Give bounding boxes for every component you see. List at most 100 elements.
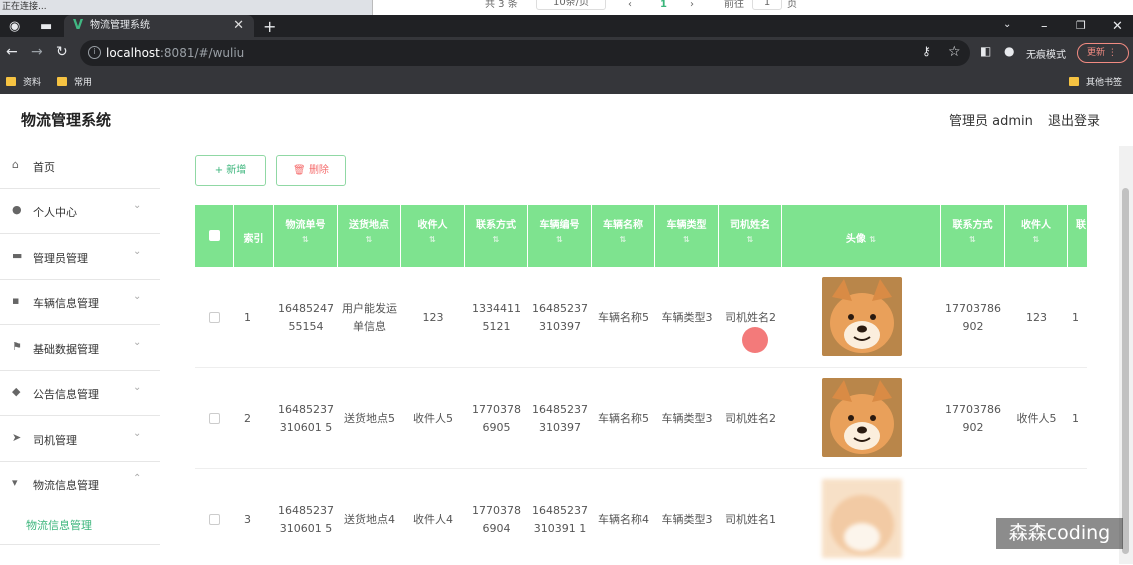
avatar[interactable] xyxy=(822,277,902,356)
sidebar-subitem-logistics[interactable]: 物流信息管理 xyxy=(26,517,92,533)
page-size-select[interactable]: 10条/页 xyxy=(536,0,606,10)
user-icon: ● xyxy=(12,203,22,216)
cell-more xyxy=(1068,469,1087,565)
sidebar-item-profile[interactable]: ● 个人中心 ⌄ xyxy=(0,189,160,234)
back-icon[interactable]: ← xyxy=(6,44,18,60)
sort-icon[interactable]: ⇅ xyxy=(1005,235,1067,244)
current-page[interactable]: 1 xyxy=(660,0,667,10)
top-overlay: 正在连接... 共 3 条 10条/页 ‹ 1 › 前往 1 页 xyxy=(0,0,1133,15)
table-row[interactable]: 3 16485237310601 5 送货地点4 收件人4 1770378690… xyxy=(195,469,1087,565)
sidebar-item-logistics[interactable]: ▾ 物流信息管理 ⌃ xyxy=(0,462,160,507)
tab-search-icon[interactable]: ⌄ xyxy=(1003,19,1011,30)
sort-icon[interactable]: ⇅ xyxy=(869,235,876,244)
sort-icon[interactable]: ⇅ xyxy=(655,235,718,244)
address-bar[interactable]: i localhost:8081/#/wuliu xyxy=(80,40,970,66)
vue-logo-icon: V xyxy=(73,18,84,33)
col-header[interactable]: 车辆类型 ⇅ xyxy=(655,205,719,267)
col-label: 头像 xyxy=(845,234,866,245)
cell-driver: 司机姓名1 xyxy=(725,512,776,526)
sidebar-item-vehicle[interactable]: ▪ 车辆信息管理 ⌄ xyxy=(0,280,160,325)
goto-input[interactable]: 1 xyxy=(752,0,782,10)
other-bookmarks[interactable]: 其他书签 xyxy=(1069,75,1122,88)
prev-page-icon[interactable]: ‹ xyxy=(628,0,632,10)
minimize-icon[interactable]: – xyxy=(1041,19,1048,34)
bookmark-folder-2[interactable]: 常用 xyxy=(57,75,92,88)
tab-strip-icon[interactable]: ▬ xyxy=(40,19,52,34)
next-page-icon[interactable]: › xyxy=(690,0,694,10)
scrollbar-thumb[interactable] xyxy=(1122,188,1129,554)
folder-icon xyxy=(57,77,67,86)
new-tab-icon[interactable]: + xyxy=(263,17,276,36)
sidebar-item-driver[interactable]: ➤ 司机管理 ⌄ xyxy=(0,417,160,462)
sidebar-toggle-icon[interactable]: ◧ xyxy=(980,44,991,58)
col-header[interactable]: 物流单号 ⇅ xyxy=(274,205,338,267)
sidebar-item-label: 公告信息管理 xyxy=(33,388,99,401)
avatar[interactable] xyxy=(822,378,902,457)
sort-icon[interactable]: ⇅ xyxy=(528,235,591,244)
globe-icon[interactable]: ◉ xyxy=(9,19,20,34)
sidebar-item-label: 管理员管理 xyxy=(33,252,88,265)
table-row[interactable]: 2 16485237310601 5 送货地点5 收件人5 1770378690… xyxy=(195,368,1087,469)
sort-icon[interactable]: ⇅ xyxy=(592,235,654,244)
avatar[interactable] xyxy=(822,479,902,558)
col-header[interactable]: 索引 xyxy=(234,205,274,267)
update-label: 更新 xyxy=(1087,48,1106,58)
close-window-icon[interactable]: ✕ xyxy=(1112,19,1123,34)
sort-icon[interactable]: ⇅ xyxy=(465,235,527,244)
update-button[interactable]: 更新 ⋮ xyxy=(1077,43,1129,63)
col-header[interactable]: 联系方式 ⇅ xyxy=(941,205,1005,267)
forward-icon[interactable]: → xyxy=(31,44,43,60)
row-checkbox[interactable] xyxy=(209,413,220,424)
bookmarks-bar: 资料 常用 其他书签 xyxy=(0,69,1133,94)
cell-driver: 司机姓名2 xyxy=(725,411,776,425)
site-info-icon[interactable]: i xyxy=(88,46,101,59)
select-all-cell xyxy=(195,205,234,267)
sidebar-item-admin[interactable]: ▬ 管理员管理 ⌄ xyxy=(0,235,160,280)
col-header[interactable]: 联系方式 ⇅ xyxy=(465,205,528,267)
mouse-cursor-indicator xyxy=(742,327,768,353)
maximize-icon[interactable]: ❐ xyxy=(1076,19,1086,32)
col-header[interactable]: 头像 ⇅ xyxy=(782,205,941,267)
row-checkbox[interactable] xyxy=(209,312,220,323)
col-header[interactable]: 送货地点 ⇅ xyxy=(338,205,401,267)
browser-tab[interactable]: V 物流管理系统 ✕ xyxy=(64,15,254,37)
col-header[interactable]: 车辆名称 ⇅ xyxy=(592,205,655,267)
col-label: 物流单号 xyxy=(285,220,326,231)
cell-phone-2 xyxy=(941,469,1005,565)
cell-car-name: 车辆名称4 xyxy=(598,512,649,526)
cell-car-no: 16485237310391 1 xyxy=(532,503,588,535)
sidebar-item-home[interactable]: ⌂ 首页 xyxy=(0,144,160,189)
sort-icon[interactable]: ⇅ xyxy=(719,235,781,244)
reload-icon[interactable]: ↻ xyxy=(56,44,68,60)
row-checkbox[interactable] xyxy=(209,514,220,525)
add-button[interactable]: + 新增 xyxy=(195,155,266,186)
select-all-checkbox[interactable] xyxy=(208,230,220,241)
cell-recipient: 收件人5 xyxy=(413,411,453,425)
close-tab-icon[interactable]: ✕ xyxy=(233,15,244,37)
sort-icon[interactable]: ⇅ xyxy=(338,235,400,244)
cell-place: 送货地点4 xyxy=(344,512,395,526)
sort-icon[interactable]: ⇅ xyxy=(401,235,464,244)
chevron-up-icon: ⌃ xyxy=(133,473,142,484)
col-header[interactable]: 车辆编号 ⇅ xyxy=(528,205,592,267)
col-header[interactable]: 收件人 ⇅ xyxy=(401,205,465,267)
cell-driver: 司机姓名2 xyxy=(725,310,776,324)
sort-icon[interactable]: ⇅ xyxy=(274,235,337,244)
delete-button[interactable]: 🗑 删除 xyxy=(276,155,346,186)
table-row[interactable]: 1 1648524755154 用户能发运单信息 123 13344115121… xyxy=(195,267,1087,368)
logout-link[interactable]: 退出登录 xyxy=(1048,110,1100,129)
sort-icon[interactable]: ⇅ xyxy=(941,235,1004,244)
cell-car-type: 车辆类型3 xyxy=(661,411,713,425)
col-header[interactable]: 司机姓名 ⇅ xyxy=(719,205,782,267)
cell-car-no: 16485237310397 xyxy=(532,301,588,333)
page-scrollbar[interactable] xyxy=(1119,146,1133,564)
key-icon[interactable]: ⚷ xyxy=(922,44,931,58)
chat-icon: ▪ xyxy=(12,294,20,307)
bookmark-folder-1[interactable]: 资料 xyxy=(6,75,41,88)
star-icon[interactable]: ☆ xyxy=(948,44,961,60)
sidebar-item-basedata[interactable]: ⚑ 基础数据管理 ⌄ xyxy=(0,326,160,371)
col-header[interactable]: 收件人 ⇅ xyxy=(1005,205,1068,267)
sidebar-item-notice[interactable]: ◆ 公告信息管理 ⌄ xyxy=(0,371,160,416)
cell-index: 3 xyxy=(244,512,251,526)
col-header[interactable]: 联 xyxy=(1068,205,1087,267)
